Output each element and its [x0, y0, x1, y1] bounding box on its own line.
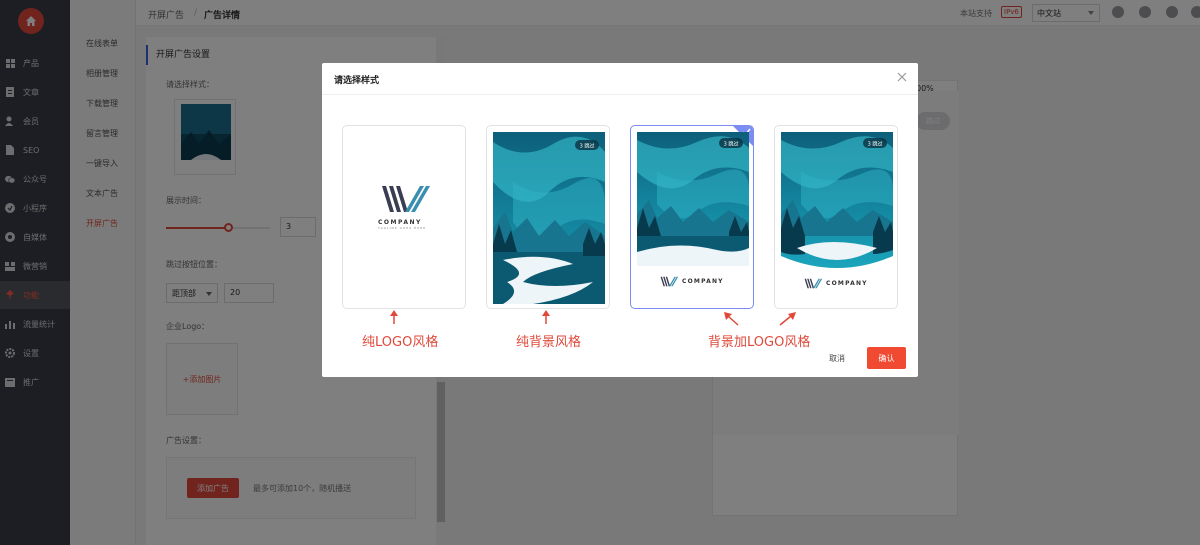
aurora-background: 3 跳过 — [781, 132, 893, 268]
company-name: COMPANY — [682, 278, 724, 285]
style-card-background-only[interactable]: 3 跳过 — [486, 125, 610, 309]
close-icon[interactable] — [896, 71, 908, 83]
cancel-button[interactable]: 取消 — [818, 347, 856, 369]
skip-badge: 3 跳过 — [580, 143, 595, 150]
company-name: COMPANY — [826, 280, 868, 287]
modal-divider — [322, 94, 918, 95]
caption-logo-only: 纯LOGO风格 — [362, 335, 439, 350]
aurora-background: 3 跳过 — [493, 132, 605, 304]
company-logo-mark — [382, 186, 430, 212]
annotation-arrow-icon — [779, 312, 796, 326]
company-tagline: TAGLINE GOES HERE — [378, 226, 427, 230]
company-logo: COMPANY — [803, 278, 868, 289]
skip-badge: 3 跳过 — [868, 141, 883, 148]
style-card-logo-only[interactable]: COMPANY TAGLINE GOES HERE — [342, 125, 466, 309]
skip-badge: 3 跳过 — [724, 141, 739, 148]
modal-title: 请选择样式 — [334, 76, 380, 86]
annotation-arrow-icon — [724, 312, 739, 326]
company-logo-mark — [804, 278, 823, 289]
confirm-button[interactable]: 确认 — [867, 347, 906, 369]
style-card-background-logo-selected[interactable]: 3 跳过 COMPANY — [630, 125, 754, 309]
company-name: COMPANY — [378, 219, 422, 226]
style-picker-modal: 请选择样式 COMPANY TAGLINE GOES HERE 3 跳过 3 跳… — [322, 63, 918, 377]
annotation-arrow-icon — [542, 310, 550, 324]
caption-background-only: 纯背景风格 — [516, 335, 582, 350]
company-logo: COMPANY TAGLINE GOES HERE — [378, 184, 432, 230]
company-logo-mark — [660, 276, 679, 287]
annotation-arrow-icon — [390, 310, 398, 324]
aurora-background: 3 跳过 — [637, 132, 749, 266]
company-logo: COMPANY — [659, 276, 724, 287]
caption-background-logo: 背景加LOGO风格 — [708, 335, 811, 350]
style-card-background-logo-wave[interactable]: 3 跳过 COMPANY — [774, 125, 898, 309]
